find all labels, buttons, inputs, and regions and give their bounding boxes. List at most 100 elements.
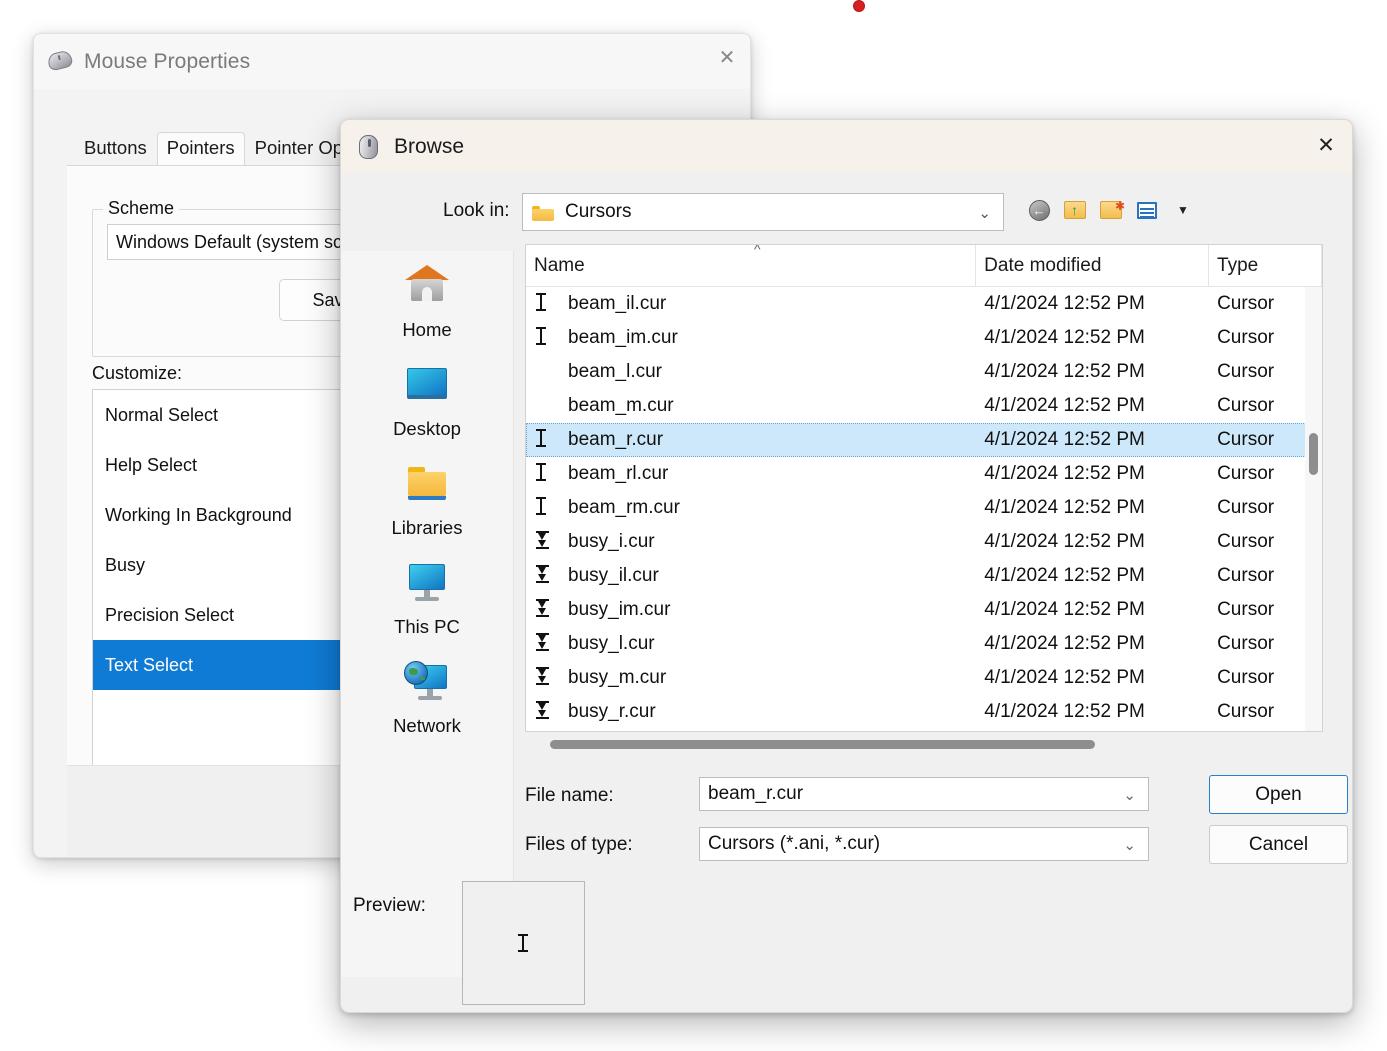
- cell-date-modified: 4/1/2024 12:52 PM: [984, 429, 1145, 450]
- file-name-text: beam_m.cur: [568, 395, 674, 416]
- cell-name: busy_l.cur: [526, 627, 976, 661]
- scrollbar-thumb[interactable]: [550, 740, 1095, 749]
- place-home[interactable]: Home: [341, 259, 513, 358]
- cancel-button[interactable]: Cancel: [1209, 825, 1348, 864]
- ibeam-cursor-icon: [536, 293, 556, 315]
- cell-date-modified: 4/1/2024 12:52 PM: [984, 463, 1145, 484]
- file-name-text: beam_rm.cur: [568, 497, 680, 518]
- browse-title: Browse: [394, 134, 465, 158]
- up-one-level-icon[interactable]: ↑: [1060, 195, 1090, 225]
- mouse-icon: [358, 134, 380, 160]
- chevron-down-icon[interactable]: ⌄: [978, 204, 991, 222]
- column-label: Type: [1217, 254, 1259, 276]
- column-header-name[interactable]: Name ^: [526, 245, 977, 286]
- cell-name: beam_l.cur: [526, 355, 976, 389]
- cell-name: busy_im.cur: [526, 593, 976, 627]
- views-dropdown-icon[interactable]: ▼: [1168, 195, 1198, 225]
- cell-date-modified: 4/1/2024 12:52 PM: [984, 531, 1145, 552]
- chevron-down-icon[interactable]: ⌄: [1123, 786, 1136, 804]
- column-label: Name: [534, 254, 585, 276]
- look-in-value: Cursors: [565, 201, 632, 222]
- cursor-marker-dot: [853, 0, 865, 12]
- file-name-value: beam_r.cur: [708, 783, 804, 804]
- table-row[interactable]: beam_rl.cur 4/1/2024 12:52 PM Cursor: [526, 457, 1322, 491]
- network-icon: [400, 659, 454, 709]
- mouse-properties-titlebar: Mouse Properties ✕: [34, 34, 750, 89]
- cursor-role-label: Busy: [105, 554, 146, 575]
- chevron-down-icon[interactable]: ⌄: [1123, 836, 1136, 854]
- cursor-role-label: Normal Select: [105, 404, 219, 425]
- cell-name: busy_r.cur: [526, 695, 976, 729]
- place-network[interactable]: Network: [341, 655, 513, 754]
- look-in-row: Look in: Cursors ⌄ ← ↑ ✱ ▼: [341, 173, 1352, 251]
- place-label: Home: [402, 319, 452, 340]
- file-name-text: busy_i.cur: [568, 531, 655, 552]
- home-icon: [400, 263, 454, 313]
- cell-name: beam_im.cur: [526, 321, 976, 355]
- place-libraries[interactable]: Libraries: [341, 457, 513, 556]
- close-icon[interactable]: ✕: [704, 34, 750, 80]
- new-folder-icon[interactable]: ✱: [1096, 195, 1126, 225]
- hourglass-cursor-icon: [536, 565, 556, 587]
- close-icon[interactable]: ✕: [1300, 120, 1352, 170]
- hourglass-cursor-icon: [536, 599, 556, 621]
- black-block-icon: [536, 361, 556, 383]
- cell-date-modified: 4/1/2024 12:52 PM: [984, 327, 1145, 348]
- place-desktop[interactable]: Desktop: [341, 358, 513, 457]
- ibeam-cursor-icon: [518, 934, 529, 952]
- cursor-role-label: Precision Select: [105, 604, 235, 625]
- table-row[interactable]: beam_rm.cur 4/1/2024 12:52 PM Cursor: [526, 491, 1322, 525]
- look-in-combobox[interactable]: Cursors ⌄: [522, 193, 1004, 231]
- table-row[interactable]: beam_im.cur 4/1/2024 12:52 PM Cursor: [526, 321, 1322, 355]
- views-icon[interactable]: [1132, 195, 1162, 225]
- cell-date-modified: 4/1/2024 12:52 PM: [984, 701, 1145, 722]
- ibeam-cursor-icon: [536, 463, 556, 485]
- cell-date-modified: 4/1/2024 12:52 PM: [984, 565, 1145, 586]
- mouse-properties-title: Mouse Properties: [84, 49, 251, 73]
- hourglass-cursor-icon: [536, 531, 556, 553]
- ibeam-cursor-icon: [536, 429, 556, 451]
- cell-name: beam_rm.cur: [526, 491, 976, 525]
- customize-label: Customize:: [92, 363, 183, 383]
- cell-date-modified: 4/1/2024 12:52 PM: [984, 667, 1145, 688]
- table-row[interactable]: busy_i.cur 4/1/2024 12:52 PM Cursor: [526, 525, 1322, 559]
- column-header-date-modified[interactable]: Date modified: [976, 245, 1210, 286]
- table-row-selected[interactable]: beam_r.cur 4/1/2024 12:52 PM Cursor: [526, 423, 1322, 457]
- desktop-icon: [400, 362, 454, 412]
- files-of-type-combobox[interactable]: Cursors (*.ani, *.cur) ⌄: [699, 827, 1149, 861]
- file-list-horizontal-scrollbar[interactable]: [525, 734, 1323, 754]
- preview-box: [462, 881, 585, 1005]
- places-bar: Home Desktop Libraries This PC Network: [341, 251, 514, 977]
- file-name-label: File name:: [525, 785, 614, 806]
- browse-toolbar: ← ↑ ✱ ▼: [1024, 195, 1198, 225]
- table-row[interactable]: busy_im.cur 4/1/2024 12:52 PM Cursor: [526, 593, 1322, 627]
- cell-name: busy_il.cur: [526, 559, 976, 593]
- file-name-input[interactable]: beam_r.cur ⌄: [699, 777, 1149, 811]
- file-name-text: busy_im.cur: [568, 599, 671, 620]
- file-name-text: beam_r.cur: [568, 429, 664, 450]
- file-list-vertical-scrollbar[interactable]: [1305, 287, 1322, 731]
- table-row[interactable]: beam_il.cur 4/1/2024 12:52 PM Cursor: [526, 287, 1322, 321]
- cell-name: beam_rl.cur: [526, 457, 976, 491]
- open-button[interactable]: Open: [1209, 775, 1348, 814]
- scrollbar-thumb[interactable]: [1309, 433, 1318, 475]
- table-row[interactable]: busy_il.cur 4/1/2024 12:52 PM Cursor: [526, 559, 1322, 593]
- hourglass-cursor-icon: [536, 633, 556, 655]
- cell-date-modified: 4/1/2024 12:52 PM: [984, 293, 1145, 314]
- tab-buttons[interactable]: Buttons: [74, 132, 157, 165]
- table-row[interactable]: beam_l.cur 4/1/2024 12:52 PM Cursor: [526, 355, 1322, 389]
- table-row[interactable]: beam_m.cur 4/1/2024 12:52 PM Cursor: [526, 389, 1322, 423]
- place-label: This PC: [394, 616, 460, 637]
- table-row[interactable]: busy_m.cur 4/1/2024 12:52 PM Cursor: [526, 661, 1322, 695]
- file-name-text: beam_im.cur: [568, 327, 678, 348]
- column-header-type[interactable]: Type: [1209, 245, 1322, 286]
- files-of-type-label: Files of type:: [525, 834, 633, 855]
- back-icon[interactable]: ←: [1024, 195, 1054, 225]
- tab-pointers[interactable]: Pointers: [156, 132, 245, 165]
- scheme-legend: Scheme: [103, 198, 180, 219]
- file-list[interactable]: Name ^ Date modified Type beam_il.cur 4/1…: [525, 244, 1323, 732]
- place-this-pc[interactable]: This PC: [341, 556, 513, 655]
- table-row[interactable]: busy_r.cur 4/1/2024 12:52 PM Cursor: [526, 695, 1322, 729]
- table-row[interactable]: busy_l.cur 4/1/2024 12:52 PM Cursor: [526, 627, 1322, 661]
- cell-name: beam_r.cur: [526, 423, 976, 457]
